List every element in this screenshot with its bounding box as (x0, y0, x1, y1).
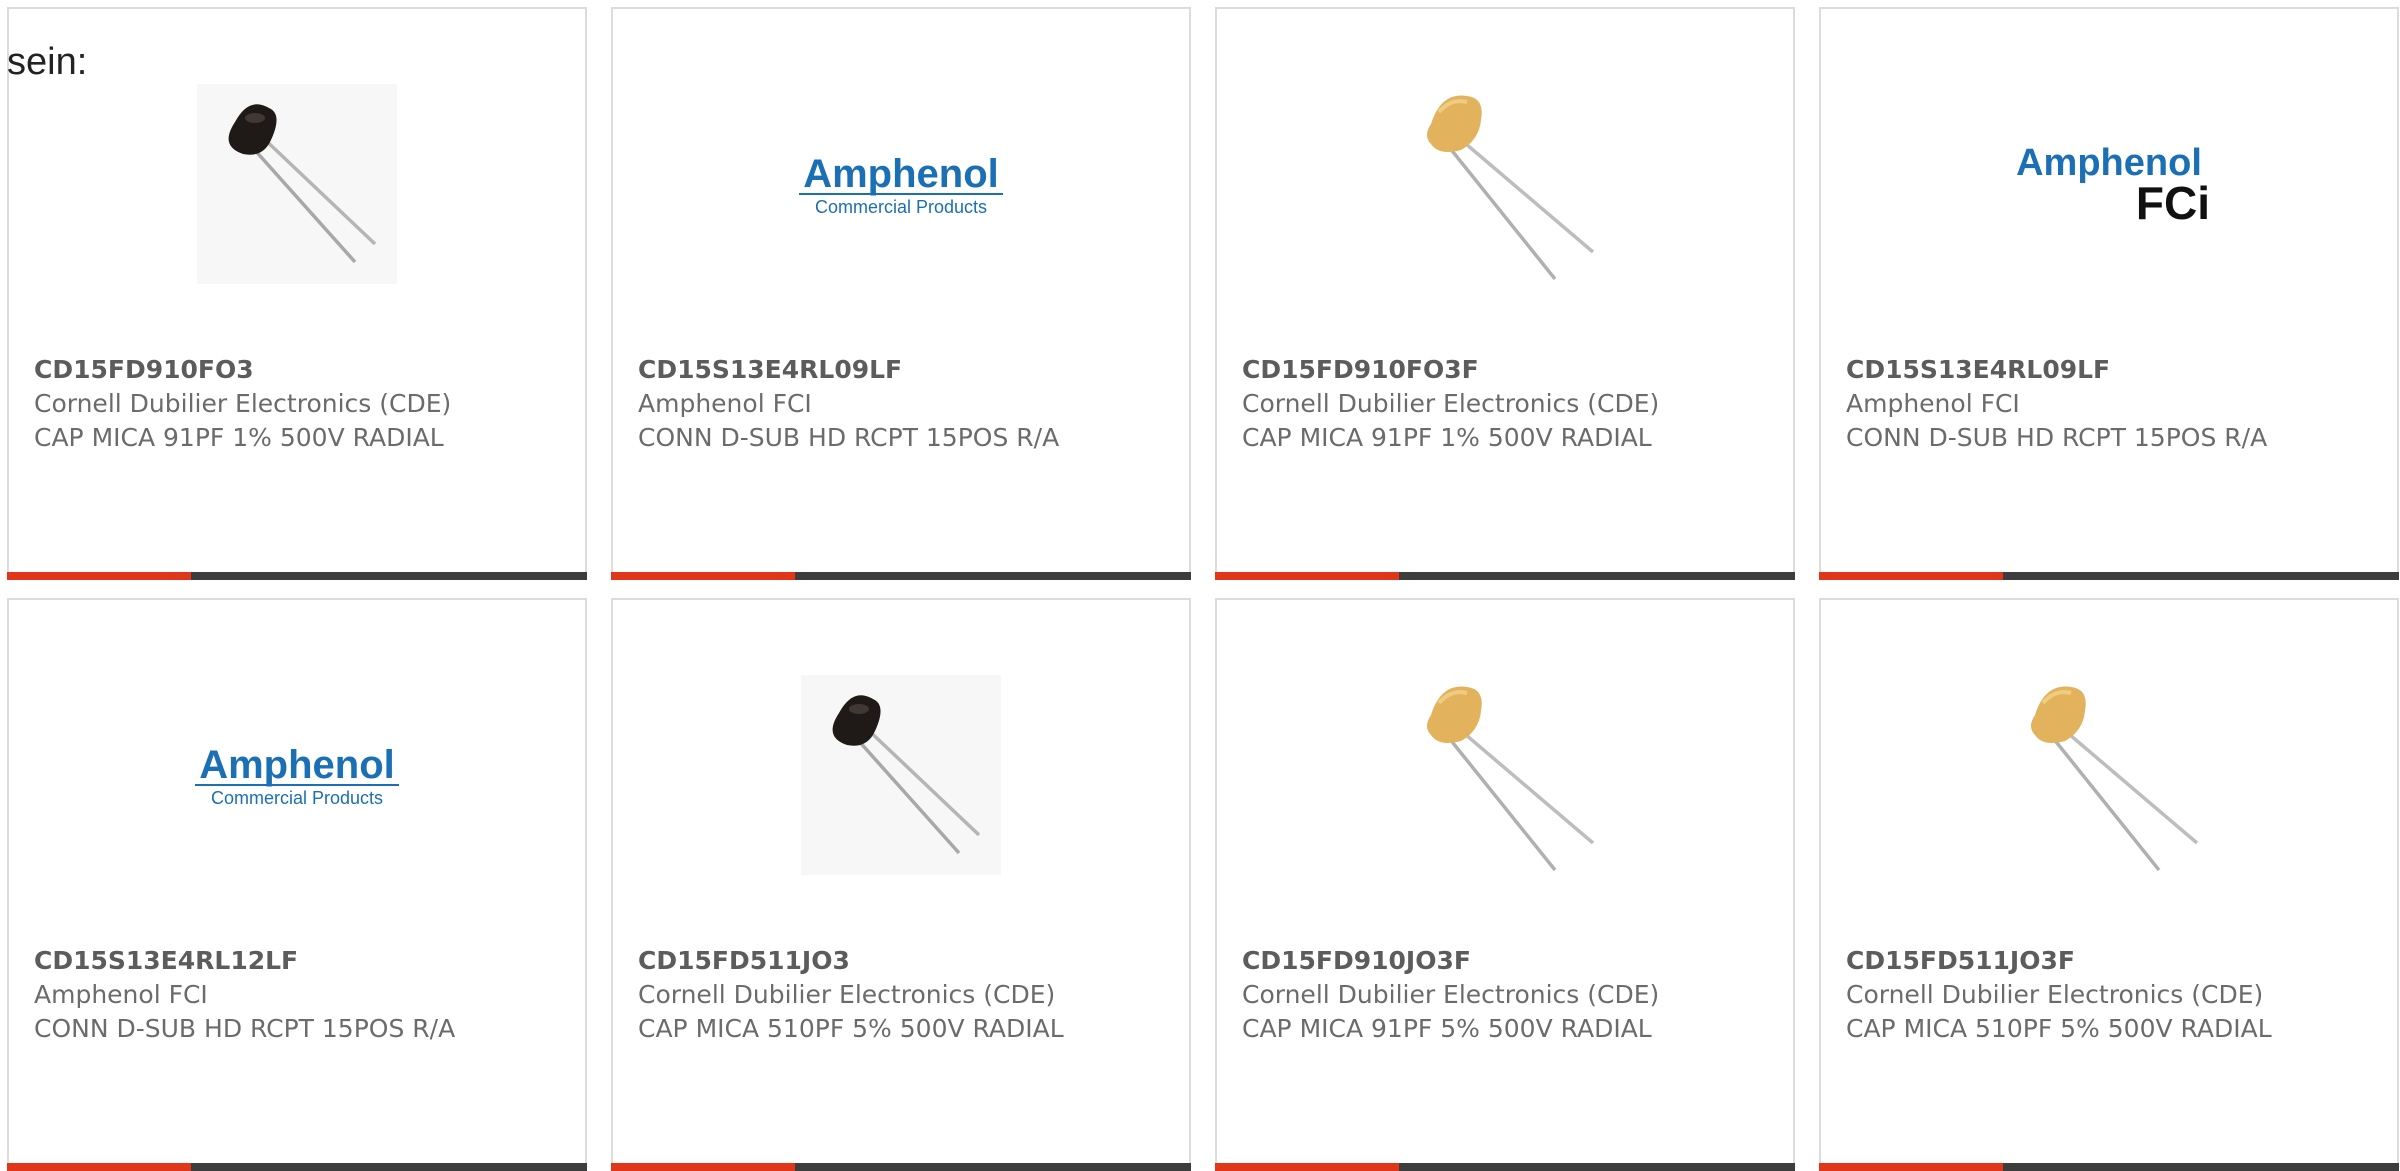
description: CAP MICA 91PF 5% 500V RADIAL (1242, 1014, 1652, 1043)
part-number-link[interactable]: CD15FD910JO3F (1242, 944, 1773, 978)
card-footer-bar (7, 1163, 587, 1171)
card-footer-bar (1215, 572, 1795, 580)
product-card[interactable]: CD15FD511JO3F Cornell Dubilier Electroni… (1819, 598, 2399, 1171)
card-footer-accent (1819, 572, 2003, 580)
description: CAP MICA 510PF 5% 500V RADIAL (1846, 1014, 2272, 1043)
yellow-mica-capacitor-icon (1427, 95, 1595, 281)
part-number-link[interactable]: CD15FD511JO3 (638, 944, 1169, 978)
product-info: CD15FD511JO3F Cornell Dubilier Electroni… (1846, 944, 2377, 1046)
product-card[interactable]: CD15FD910JO3F Cornell Dubilier Electroni… (1215, 598, 1795, 1171)
product-card[interactable]: CD15FD910FO3F Cornell Dubilier Electroni… (1215, 7, 1795, 580)
product-info: CD15FD910FO3F Cornell Dubilier Electroni… (1242, 353, 1773, 455)
product-image-amphenol-fci-logo[interactable]: Amphenol FCi (1821, 79, 2397, 289)
description: CAP MICA 91PF 1% 500V RADIAL (1242, 423, 1652, 452)
card-footer-bar (1819, 572, 2399, 580)
product-card[interactable]: Amphenol FCi CD15S13E4RL09LF Amphenol FC… (1819, 7, 2399, 580)
manufacturer: Cornell Dubilier Electronics (CDE) (1846, 980, 2264, 1009)
product-image-black-capacitor[interactable] (9, 79, 585, 289)
product-image-yellow-capacitor[interactable] (1217, 79, 1793, 289)
product-image-amphenol-logo[interactable]: Amphenol Commercial Products (613, 79, 1189, 289)
logo-title: Amphenol (803, 152, 999, 196)
card-footer-bar (611, 572, 1191, 580)
manufacturer: Amphenol FCI (638, 389, 812, 418)
card-footer-bar (7, 572, 587, 580)
part-number-link[interactable]: CD15S13E4RL09LF (638, 353, 1169, 387)
logo-subtitle: Commercial Products (211, 788, 383, 808)
manufacturer: Cornell Dubilier Electronics (CDE) (1242, 980, 1660, 1009)
card-footer-bar (611, 1163, 1191, 1171)
description: CONN D-SUB HD RCPT 15POS R/A (1846, 423, 2268, 452)
product-info: CD15FD910JO3F Cornell Dubilier Electroni… (1242, 944, 1773, 1046)
manufacturer: Cornell Dubilier Electronics (CDE) (1242, 389, 1660, 418)
description: CONN D-SUB HD RCPT 15POS R/A (638, 423, 1060, 452)
card-footer-bar (1819, 1163, 2399, 1171)
description: CAP MICA 510PF 5% 500V RADIAL (638, 1014, 1064, 1043)
manufacturer: Amphenol FCI (34, 980, 208, 1009)
card-footer-accent (611, 1163, 795, 1171)
card-footer-accent (1215, 572, 1399, 580)
product-image-black-capacitor[interactable] (613, 670, 1189, 880)
product-image-yellow-capacitor[interactable] (1217, 670, 1793, 880)
product-card[interactable]: Amphenol Commercial Products CD15S13E4RL… (611, 7, 1191, 580)
logo-subtitle: Commercial Products (815, 197, 987, 217)
product-info: CD15S13E4RL12LF Amphenol FCI CONN D-SUB … (34, 944, 565, 1046)
black-mica-capacitor-icon (801, 675, 1001, 875)
manufacturer: Cornell Dubilier Electronics (CDE) (638, 980, 1056, 1009)
card-footer-accent (1819, 1163, 2003, 1171)
part-number-link[interactable]: CD15S13E4RL09LF (1846, 353, 2377, 387)
card-footer-accent (1215, 1163, 1399, 1171)
yellow-mica-capacitor-icon (1427, 686, 1595, 872)
product-card[interactable]: CD15FD910FO3 Cornell Dubilier Electronic… (7, 7, 587, 580)
description: CAP MICA 91PF 1% 500V RADIAL (34, 423, 444, 452)
part-number-link[interactable]: CD15FD910FO3F (1242, 353, 1773, 387)
product-grid: CD15FD910FO3 Cornell Dubilier Electronic… (7, 7, 2400, 1171)
amphenol-fci-logo-icon: Amphenol FCi (2016, 142, 2210, 229)
card-footer-accent (611, 572, 795, 580)
product-image-yellow-capacitor[interactable] (1821, 670, 2397, 880)
card-footer-bar (1215, 1163, 1795, 1171)
logo-title: Amphenol (199, 743, 395, 787)
product-info: CD15FD511JO3 Cornell Dubilier Electronic… (638, 944, 1169, 1046)
product-card[interactable]: Amphenol Commercial Products CD15S13E4RL… (7, 598, 587, 1171)
amphenol-logo-icon: Amphenol Commercial Products (799, 152, 1003, 217)
amphenol-logo-icon: Amphenol Commercial Products (195, 743, 399, 808)
card-footer-accent (7, 1163, 191, 1171)
product-image-amphenol-logo[interactable]: Amphenol Commercial Products (9, 670, 585, 880)
part-number-link[interactable]: CD15FD910FO3 (34, 353, 565, 387)
product-info: CD15S13E4RL09LF Amphenol FCI CONN D-SUB … (1846, 353, 2377, 455)
product-card[interactable]: CD15FD511JO3 Cornell Dubilier Electronic… (611, 598, 1191, 1171)
part-number-link[interactable]: CD15S13E4RL12LF (34, 944, 565, 978)
part-number-link[interactable]: CD15FD511JO3F (1846, 944, 2377, 978)
logo-subtitle: FCi (2136, 177, 2210, 229)
black-mica-capacitor-icon (197, 84, 397, 284)
intro-text: sein: (7, 41, 88, 83)
product-info: CD15FD910FO3 Cornell Dubilier Electronic… (34, 353, 565, 455)
product-info: CD15S13E4RL09LF Amphenol FCI CONN D-SUB … (638, 353, 1169, 455)
description: CONN D-SUB HD RCPT 15POS R/A (34, 1014, 456, 1043)
card-footer-accent (7, 572, 191, 580)
manufacturer: Cornell Dubilier Electronics (CDE) (34, 389, 452, 418)
manufacturer: Amphenol FCI (1846, 389, 2020, 418)
yellow-mica-capacitor-icon (2031, 686, 2199, 872)
